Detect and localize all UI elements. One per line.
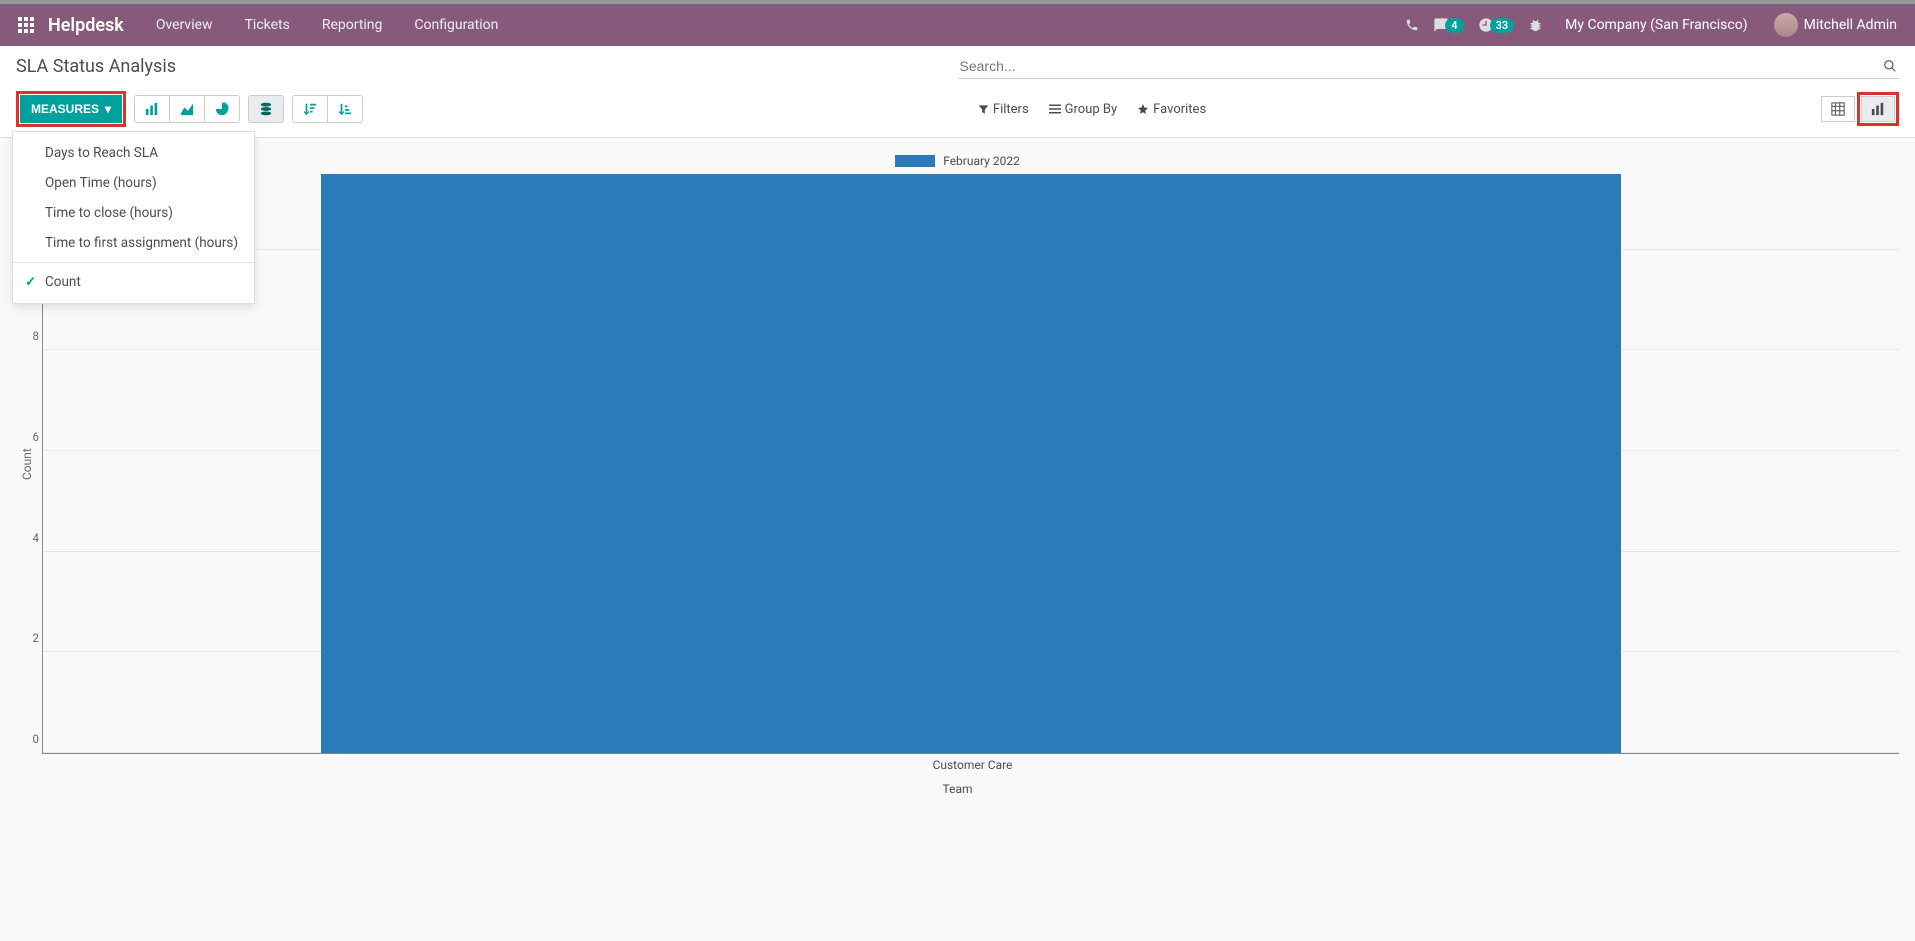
chart-bar[interactable] [321, 174, 1620, 753]
pivot-view-button[interactable] [1821, 96, 1855, 122]
legend-label: February 2022 [943, 154, 1020, 168]
pie-chart-icon[interactable] [205, 96, 239, 122]
stacked-icon[interactable] [249, 96, 283, 122]
measure-option[interactable]: Time to first assignment (hours) [13, 228, 254, 258]
filters-button[interactable]: Filters [978, 102, 1029, 117]
nav-tickets[interactable]: Tickets [231, 11, 304, 39]
chart-body: Count 0246810 [16, 174, 1899, 754]
debug-icon[interactable] [1528, 18, 1543, 33]
chart-type-group [134, 95, 240, 123]
x-axis-label: Team [16, 774, 1899, 796]
filter-group: Filters Group By Favorites [978, 102, 1206, 117]
star-icon [1137, 103, 1149, 115]
measures-highlight: Measures ▾ [16, 91, 126, 127]
nav-overview[interactable]: Overview [142, 11, 227, 39]
sort-group [292, 95, 363, 123]
measures-button[interactable]: Measures ▾ [20, 95, 122, 123]
measures-label: Measures [31, 102, 99, 116]
activities-badge: 33 [1490, 18, 1515, 33]
topbar: Helpdesk Overview Tickets Reporting Conf… [0, 0, 1915, 46]
line-chart-icon[interactable] [170, 96, 205, 122]
dropdown-separator [13, 262, 254, 263]
stack-group [248, 95, 284, 123]
sort-desc-icon[interactable] [293, 96, 328, 122]
bar-chart-icon[interactable] [135, 96, 170, 122]
list-icon [1049, 103, 1061, 115]
caret-down-icon: ▾ [105, 102, 111, 116]
measure-count[interactable]: Count [13, 267, 254, 297]
chart-legend: February 2022 [16, 148, 1899, 174]
nav-reporting[interactable]: Reporting [308, 11, 397, 39]
plot-area: 0246810 [42, 174, 1899, 754]
measure-option[interactable]: Time to close (hours) [13, 198, 254, 228]
sort-asc-icon[interactable] [328, 96, 362, 122]
groupby-button[interactable]: Group By [1049, 102, 1118, 117]
user-menu[interactable]: Mitchell Admin [1770, 13, 1901, 37]
phone-icon[interactable] [1405, 18, 1419, 32]
messages-icon[interactable]: 4 [1433, 17, 1463, 33]
user-name: Mitchell Admin [1804, 17, 1897, 33]
search-icon[interactable] [1883, 59, 1897, 73]
brand[interactable]: Helpdesk [44, 15, 142, 36]
avatar [1774, 13, 1798, 37]
measures-dropdown: Days to Reach SLA Open Time (hours) Time… [12, 131, 255, 304]
page-title: SLA Status Analysis [16, 56, 958, 77]
control-panel: SLA Status Analysis Measures ▾ [0, 46, 1915, 138]
view-switch [1821, 92, 1899, 126]
search-input[interactable] [960, 58, 1884, 74]
left-tools: Measures ▾ [16, 91, 363, 127]
messages-badge: 4 [1445, 18, 1463, 33]
legend-swatch [895, 155, 935, 167]
company-selector[interactable]: My Company (San Francisco) [1557, 17, 1755, 33]
search-bar[interactable] [958, 54, 1900, 79]
graph-view-highlight [1857, 92, 1899, 126]
measure-option[interactable]: Open Time (hours) [13, 168, 254, 198]
x-tick-label: Customer Care [16, 754, 1899, 774]
graph-view-button[interactable] [1861, 96, 1895, 122]
filter-icon [978, 104, 989, 115]
activities-icon[interactable]: 33 [1478, 17, 1515, 33]
favorites-button[interactable]: Favorites [1137, 102, 1206, 117]
apps-icon[interactable] [8, 11, 44, 39]
nav-configuration[interactable]: Configuration [400, 11, 512, 39]
chart-container: February 2022 Count 0246810 Customer Car… [0, 138, 1915, 796]
measure-option[interactable]: Days to Reach SLA [13, 138, 254, 168]
systray: 4 33 My Company (San Francisco) Mitchell… [1405, 13, 1907, 37]
nav-links: Overview Tickets Reporting Configuration [142, 11, 513, 39]
